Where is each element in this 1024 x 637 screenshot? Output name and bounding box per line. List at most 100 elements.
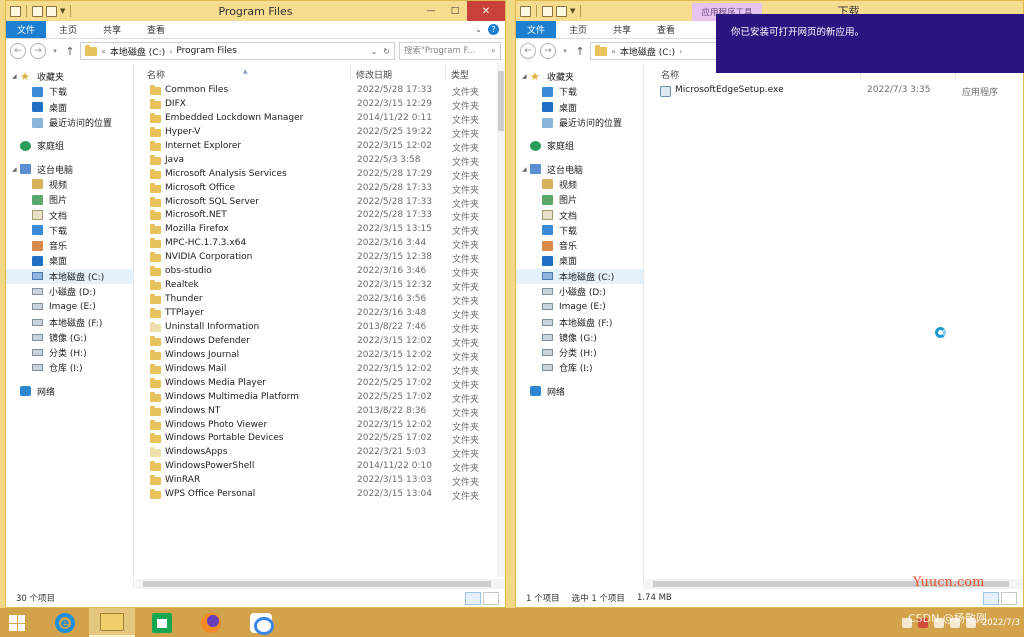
nav-item[interactable]: 音乐	[6, 238, 133, 253]
file-row[interactable]: Windows Mail 2022/3/15 12:02 文件夹	[135, 363, 505, 378]
new-folder-icon[interactable]	[46, 5, 57, 17]
close-button[interactable]: ✕	[467, 1, 505, 21]
nav-item[interactable]: 音乐	[516, 238, 643, 253]
nav-item[interactable]: 下载	[516, 84, 643, 99]
file-row[interactable]: Windows NT 2013/8/22 8:36 文件夹	[135, 405, 505, 420]
customize-toolbar-chevron-icon[interactable]: ▼	[570, 7, 575, 15]
start-button[interactable]	[9, 615, 25, 631]
file-row[interactable]: MicrosoftEdgeSetup.exe 2022/7/3 3:35 应用程序	[645, 85, 1023, 99]
nav-item[interactable]: 仓库 (I:)	[6, 360, 133, 375]
file-row[interactable]: Windows Portable Devices 2022/5/25 17:02 文…	[135, 433, 505, 447]
nav-item[interactable]: 最近访问的位置	[6, 115, 133, 130]
file-row[interactable]: Windows Journal 2022/3/15 12:02 文件夹	[135, 349, 505, 364]
tab-share[interactable]: 共享	[90, 21, 134, 38]
file-row[interactable]: Windows Defender 2022/3/15 12:02 文件夹	[135, 335, 505, 350]
nav-item[interactable]: 下载	[516, 223, 643, 238]
nav-item[interactable]: 桌面	[516, 100, 643, 115]
app-installed-notification[interactable]: 你已安装可打开网页的新应用。	[716, 14, 1024, 73]
breadcrumb-drive[interactable]: 本地磁盘 (C:)	[620, 45, 675, 58]
column-type[interactable]: 类型	[451, 68, 469, 81]
expanded-arrow-icon[interactable]: ◢	[12, 73, 17, 80]
file-row[interactable]: Common Files 2022/5/28 17:33 文件夹	[135, 85, 505, 99]
file-row[interactable]: Microsoft.NET 2022/5/28 17:33 文件夹	[135, 210, 505, 224]
properties-icon[interactable]	[32, 5, 43, 17]
nav-item[interactable]: 家庭组	[516, 138, 643, 153]
taskbar-internet-explorer[interactable]: e	[42, 608, 88, 637]
nav-item[interactable]: 最近访问的位置	[516, 115, 643, 130]
address-dropdown-chevron-icon[interactable]: ⌄	[371, 47, 378, 56]
column-name[interactable]: 名称	[147, 68, 165, 81]
file-row[interactable]: Microsoft SQL Server 2022/5/28 17:33 文件夹	[135, 196, 505, 211]
nav-item[interactable]: 家庭组	[6, 138, 133, 153]
nav-item[interactable]: 仓库 (I:)	[516, 360, 643, 375]
file-row[interactable]: Microsoft Analysis Services 2022/5/28 17:…	[135, 168, 505, 183]
tab-home[interactable]: 主页	[46, 21, 90, 38]
nav-item[interactable]: 网络	[6, 384, 133, 399]
nav-item[interactable]: 桌面	[516, 253, 643, 268]
file-row[interactable]: WindowsPowerShell 2014/11/22 0:10 文件夹	[135, 461, 505, 475]
column-date[interactable]: 修改日期	[356, 68, 392, 81]
taskbar-baidu-netdisk[interactable]	[238, 608, 284, 637]
nav-item[interactable]: 图片	[516, 192, 643, 207]
nav-item[interactable]: 分类 (H:)	[516, 345, 643, 360]
large-icons-view-button[interactable]	[1001, 592, 1017, 605]
nav-item[interactable]: 下载	[6, 223, 133, 238]
breadcrumb-drive[interactable]: 本地磁盘 (C:)	[110, 45, 165, 58]
tab-view[interactable]: 查看	[134, 21, 178, 38]
breadcrumb-separator[interactable]: ›	[679, 47, 682, 56]
file-row[interactable]: TTPlayer 2022/3/16 3:48 文件夹	[135, 308, 505, 322]
file-row[interactable]: DIFX 2022/3/15 12:29 文件夹	[135, 98, 505, 113]
nav-item[interactable]: 视频	[516, 177, 643, 192]
search-icon[interactable]: ⌕	[491, 46, 496, 56]
customize-toolbar-chevron-icon[interactable]: ▼	[60, 7, 65, 15]
recent-locations-chevron-icon[interactable]: ▾	[50, 43, 60, 59]
forward-button[interactable]: →	[540, 43, 556, 59]
minimize-button[interactable]: —	[419, 1, 443, 21]
taskbar-firefox[interactable]	[188, 608, 234, 637]
file-row[interactable]: WindowsApps 2022/3/21 5:03 文件夹	[135, 447, 505, 461]
file-row[interactable]: Windows Media Player 2022/5/25 17:02 文件夹	[135, 377, 505, 392]
file-row[interactable]: WinRAR 2022/3/15 13:03 文件夹	[135, 475, 505, 489]
new-folder-icon[interactable]	[556, 5, 567, 17]
file-row[interactable]: WPS Office Personal 2022/3/15 13:04 文件夹	[135, 489, 505, 503]
file-row[interactable]: Windows Multimedia Platform 2022/5/25 17:…	[135, 391, 505, 406]
breadcrumb-overflow[interactable]: «	[611, 47, 616, 56]
tab-view[interactable]: 查看	[644, 21, 688, 38]
nav-item[interactable]: 分类 (H:)	[6, 345, 133, 360]
nav-item[interactable]: Image (E:)	[516, 299, 643, 314]
nav-item[interactable]: 桌面	[6, 100, 133, 115]
vertical-scrollbar[interactable]	[497, 63, 505, 577]
back-button[interactable]: ←	[520, 43, 536, 59]
nav-item[interactable]: ◢ ★ 收藏夹	[516, 69, 643, 84]
file-row[interactable]: Realtek 2022/3/15 12:32 文件夹	[135, 280, 505, 294]
nav-item[interactable]: ◢ 这台电脑	[516, 161, 643, 176]
expanded-arrow-icon[interactable]: ◢	[522, 166, 527, 173]
file-row[interactable]: Hyper-V 2022/5/25 19:22 文件夹	[135, 126, 505, 141]
breadcrumb-separator[interactable]: ›	[169, 47, 172, 56]
file-row[interactable]: Microsoft Office 2022/5/28 17:33 文件夹	[135, 182, 505, 197]
nav-item[interactable]: 网络	[516, 384, 643, 399]
file-row[interactable]: Windows Photo Viewer 2022/3/15 12:02 文件夹	[135, 419, 505, 434]
nav-item[interactable]: 本地磁盘 (F:)	[516, 314, 643, 329]
taskbar-file-explorer[interactable]	[89, 608, 135, 637]
nav-item[interactable]: 本地磁盘 (C:)	[6, 268, 133, 284]
address-bar[interactable]: « 本地磁盘 (C:) › Program Files ⌄ ↻	[80, 42, 395, 60]
nav-item[interactable]: 桌面	[6, 253, 133, 268]
file-row[interactable]: Mozilla Firefox 2022/3/15 13:15 文件夹	[135, 224, 505, 238]
file-row[interactable]: Uninstall Information 2013/8/22 7:46 文件夹	[135, 321, 505, 336]
expanded-arrow-icon[interactable]: ◢	[12, 166, 17, 173]
column-name[interactable]: 名称	[661, 68, 679, 81]
back-button[interactable]: ←	[10, 43, 26, 59]
help-icon[interactable]: ?	[488, 24, 499, 35]
file-row[interactable]: Thunder 2022/3/16 3:56 文件夹	[135, 294, 505, 308]
refresh-icon[interactable]: ↻	[383, 47, 390, 56]
details-view-button[interactable]	[465, 592, 481, 605]
taskbar-store[interactable]	[139, 608, 185, 637]
nav-item[interactable]: 本地磁盘 (C:)	[516, 268, 643, 284]
tab-share[interactable]: 共享	[600, 21, 644, 38]
nav-item[interactable]: 视频	[6, 177, 133, 192]
nav-item[interactable]: 文档	[6, 207, 133, 222]
file-row[interactable]: MPC-HC.1.7.3.x64 2022/3/16 3:44 文件夹	[135, 238, 505, 252]
nav-item[interactable]: 文档	[516, 207, 643, 222]
file-row[interactable]: Java 2022/5/3 3:58 文件夹	[135, 154, 505, 169]
